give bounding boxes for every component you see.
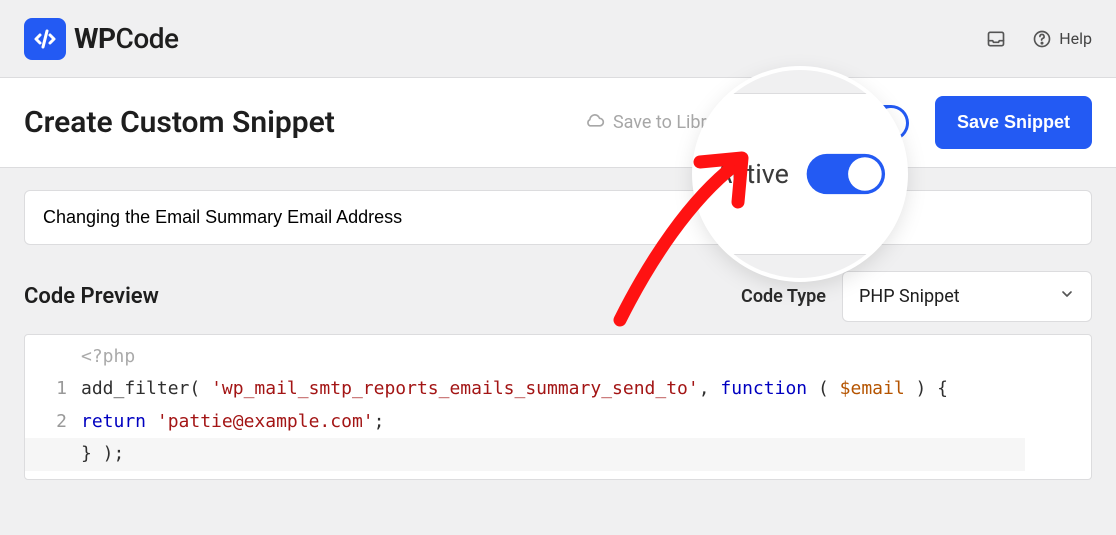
- help-icon: [1031, 28, 1053, 50]
- save-to-library-button[interactable]: Save to Library: [585, 110, 731, 135]
- active-toggle-label: Active: [757, 109, 823, 137]
- snippet-title-input[interactable]: [24, 190, 1092, 245]
- code-type-value: PHP Snippet: [859, 286, 960, 307]
- content-area: Code Preview Code Type PHP Snippet 0123 …: [0, 168, 1116, 502]
- global-header: WPCode Help: [0, 0, 1116, 78]
- code-type-select[interactable]: PHP Snippet: [842, 271, 1092, 322]
- code-preview-heading: Code Preview: [24, 284, 159, 309]
- code-type-group: Code Type PHP Snippet: [741, 271, 1092, 322]
- code-body[interactable]: <?phpadd_filter( 'wp_mail_smtp_reports_e…: [75, 335, 1091, 471]
- toggle-knob: [876, 108, 906, 138]
- page-actions: Save to Library Active Save Snippet: [585, 96, 1092, 149]
- active-toggle-group: Active: [749, 105, 917, 141]
- brand-name: WPCode: [74, 22, 179, 55]
- page-bar: Create Custom Snippet Save to Library Ac…: [0, 78, 1116, 168]
- brand-logo-icon: [24, 18, 66, 60]
- active-toggle[interactable]: [839, 105, 909, 141]
- page-title: Create Custom Snippet: [24, 105, 335, 140]
- code-editor[interactable]: 0123 <?phpadd_filter( 'wp_mail_smtp_repo…: [24, 334, 1092, 480]
- code-type-label: Code Type: [741, 286, 826, 307]
- header-actions: Help: [985, 28, 1092, 50]
- save-snippet-button[interactable]: Save Snippet: [935, 96, 1092, 149]
- cloud-icon: [585, 110, 605, 135]
- save-to-library-label: Save to Library: [613, 112, 731, 133]
- code-section-header: Code Preview Code Type PHP Snippet: [24, 271, 1092, 322]
- help-label: Help: [1059, 29, 1092, 48]
- help-link[interactable]: Help: [1031, 28, 1092, 50]
- chevron-down-icon: [1059, 286, 1075, 307]
- inbox-icon[interactable]: [985, 28, 1007, 50]
- brand[interactable]: WPCode: [24, 18, 179, 60]
